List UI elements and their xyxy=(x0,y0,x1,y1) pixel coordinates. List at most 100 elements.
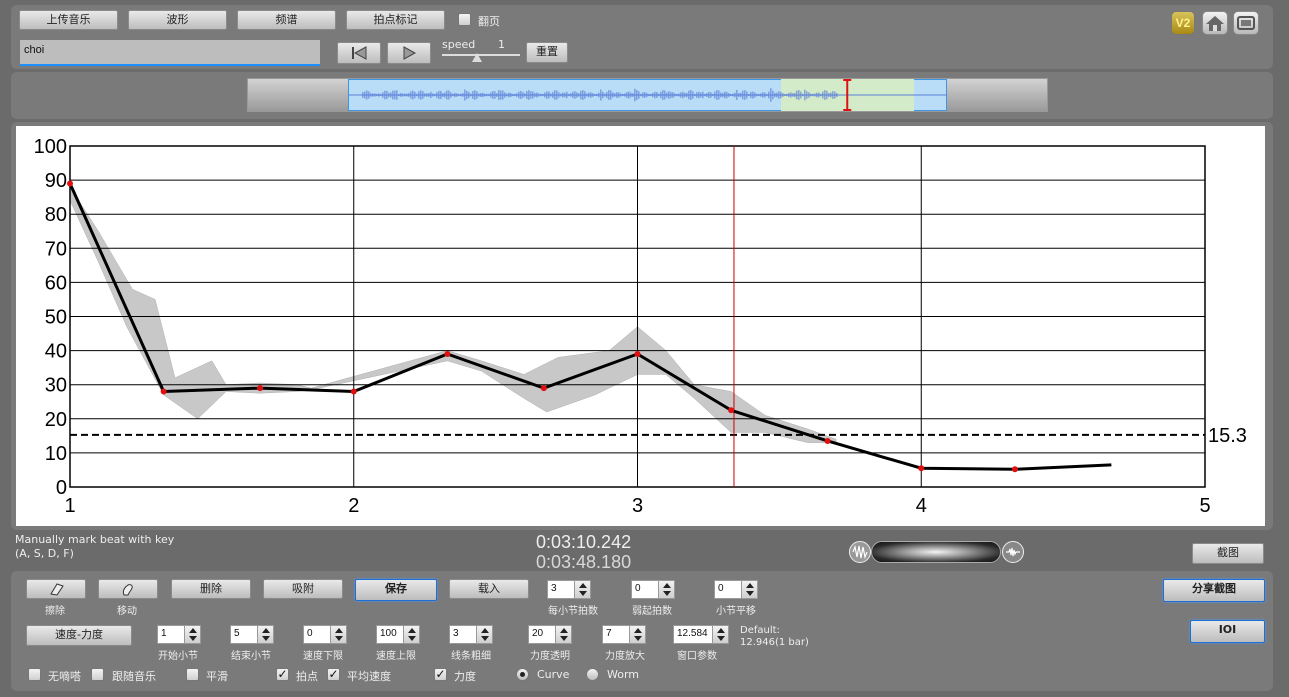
beat-point xyxy=(350,388,357,395)
version-badge[interactable]: V2 xyxy=(1171,11,1195,35)
save-button[interactable]: 保存 xyxy=(355,579,437,601)
line-width-stepper[interactable]: 3 xyxy=(449,625,493,644)
tempo-max-stepper[interactable]: 100 xyxy=(376,625,420,644)
smooth-checkbox[interactable] xyxy=(186,668,199,681)
dynamics-checkbox[interactable]: ✓ xyxy=(434,668,447,681)
window-param-label: 窗口参数 xyxy=(677,651,717,662)
beat-point-checkbox[interactable]: ✓ xyxy=(276,668,289,681)
song-name-input[interactable]: choi xyxy=(20,40,320,66)
bar-shift-stepper[interactable]: 0 xyxy=(714,580,758,599)
screenshot-button[interactable]: 截图 xyxy=(1192,543,1264,564)
delete-button[interactable]: 删除 xyxy=(171,579,251,599)
worm-radio[interactable] xyxy=(586,668,599,681)
stepper-arrows[interactable] xyxy=(629,626,645,643)
beats-per-bar-label: 每小节拍数 xyxy=(548,606,598,617)
waveform-toggle-icon[interactable] xyxy=(849,541,871,563)
stepper-arrows[interactable] xyxy=(712,626,728,643)
load-button[interactable]: 载入 xyxy=(449,579,529,599)
skip-to-start-button[interactable] xyxy=(337,42,381,64)
y-tick-label: 30 xyxy=(45,375,67,397)
version-label: V2 xyxy=(1175,16,1191,30)
y-tick-label: 40 xyxy=(45,341,67,363)
share-screenshot-button[interactable]: 分享截图 xyxy=(1163,579,1265,602)
end-bar-stepper[interactable]: 5 xyxy=(230,625,274,644)
curve-radio[interactable] xyxy=(516,668,529,681)
tempo-max-value: 100 xyxy=(380,628,397,639)
beat-point xyxy=(257,385,264,392)
dyn-opacity-label: 力度透明 xyxy=(530,651,570,662)
hint-line-1: Manually mark beat with key xyxy=(15,533,175,546)
beat-point xyxy=(634,351,641,358)
stepper-arrows[interactable] xyxy=(555,626,571,643)
upload-music-button[interactable]: 上传音乐 xyxy=(19,10,118,30)
window-param-stepper[interactable]: 12.584 xyxy=(673,625,729,644)
y-tick-label: 50 xyxy=(45,307,67,329)
follow-music-label: 跟随音乐 xyxy=(112,670,156,683)
beat-mark-button[interactable]: 拍点标记 xyxy=(346,10,445,30)
tempo-min-stepper[interactable]: 0 xyxy=(303,625,347,644)
stepper-arrows[interactable] xyxy=(257,626,273,643)
y-tick-label: 20 xyxy=(45,409,67,431)
move-label: 移动 xyxy=(117,606,137,617)
default-line-2: 12.946(1 bar) xyxy=(740,637,809,648)
total-time: 0:03:48.180 xyxy=(536,552,632,572)
y-tick-label: 10 xyxy=(45,443,67,465)
pickup-beats-stepper[interactable]: 0 xyxy=(631,580,675,599)
current-time: 0:03:10.242 xyxy=(536,532,632,552)
line-width-label: 线条粗细 xyxy=(451,651,491,662)
stepper-arrows[interactable] xyxy=(330,626,346,643)
stepper-arrows[interactable] xyxy=(741,581,757,598)
dyn-opacity-stepper[interactable]: 20 xyxy=(528,625,572,644)
ioi-button[interactable]: IOI xyxy=(1190,620,1265,643)
snap-button[interactable]: 吸附 xyxy=(263,579,343,599)
waveform-button[interactable]: 波形 xyxy=(128,10,227,30)
stepper-arrows[interactable] xyxy=(658,581,674,598)
beats-per-bar-stepper[interactable]: 3 xyxy=(547,580,591,599)
no-click-checkbox[interactable] xyxy=(28,668,41,681)
avg-tempo-label: 平均速度 xyxy=(347,670,391,683)
x-tick-label: 2 xyxy=(348,495,359,517)
stepper-arrows[interactable] xyxy=(574,581,590,598)
home-button[interactable] xyxy=(1202,11,1228,35)
y-tick-label: 60 xyxy=(45,272,67,294)
y-tick-label: 90 xyxy=(45,170,67,192)
fullscreen-button[interactable] xyxy=(1233,11,1259,35)
timeline-overview[interactable] xyxy=(247,78,1048,112)
x-tick-label: 1 xyxy=(64,495,75,517)
speed-slider-thumb[interactable] xyxy=(472,53,483,62)
spectrum-button[interactable]: 频谱 xyxy=(237,10,336,30)
play-icon xyxy=(403,46,417,60)
avg-tempo-checkbox[interactable]: ✓ xyxy=(327,668,340,681)
no-click-label: 无嘀嗒 xyxy=(48,670,81,683)
beat-point xyxy=(918,465,925,472)
dynamics-label: 力度 xyxy=(454,670,476,683)
dyn-scale-stepper[interactable]: 7 xyxy=(602,625,646,644)
x-tick-label: 5 xyxy=(1199,495,1210,517)
smooth-label: 平滑 xyxy=(206,670,228,683)
follow-music-checkbox[interactable] xyxy=(91,668,104,681)
stepper-arrows[interactable] xyxy=(476,626,492,643)
erase-button[interactable] xyxy=(26,579,86,599)
mode-select[interactable]: 速度-力度 xyxy=(26,625,132,646)
speed-slider[interactable] xyxy=(442,53,520,64)
window-param-value: 12.584 xyxy=(677,628,708,639)
page-turn-checkbox[interactable] xyxy=(458,13,471,26)
end-bar-label: 结束小节 xyxy=(231,651,271,662)
speed-value: 1 xyxy=(498,38,505,51)
reset-button[interactable]: 重置 xyxy=(526,42,568,63)
volume-slider[interactable] xyxy=(871,541,1001,563)
pulse-toggle-icon[interactable] xyxy=(1002,541,1024,563)
hand-icon xyxy=(122,584,133,596)
move-button[interactable] xyxy=(98,579,158,599)
bar-shift-label: 小节平移 xyxy=(716,606,756,617)
beat-point xyxy=(160,388,167,395)
start-bar-stepper[interactable]: 1 xyxy=(157,625,201,644)
dyn-scale-label: 力度放大 xyxy=(605,651,645,662)
beat-point xyxy=(67,180,73,187)
tempo-dynamics-chart[interactable]: 01020304050607080901001 2 3 4 515.3 xyxy=(16,126,1265,526)
play-button[interactable] xyxy=(387,42,431,64)
hint-line-2: (A, S, D, F) xyxy=(15,547,74,560)
stepper-arrows[interactable] xyxy=(403,626,419,643)
average-tempo-label: 15.3 xyxy=(1208,425,1247,447)
stepper-arrows[interactable] xyxy=(184,626,200,643)
